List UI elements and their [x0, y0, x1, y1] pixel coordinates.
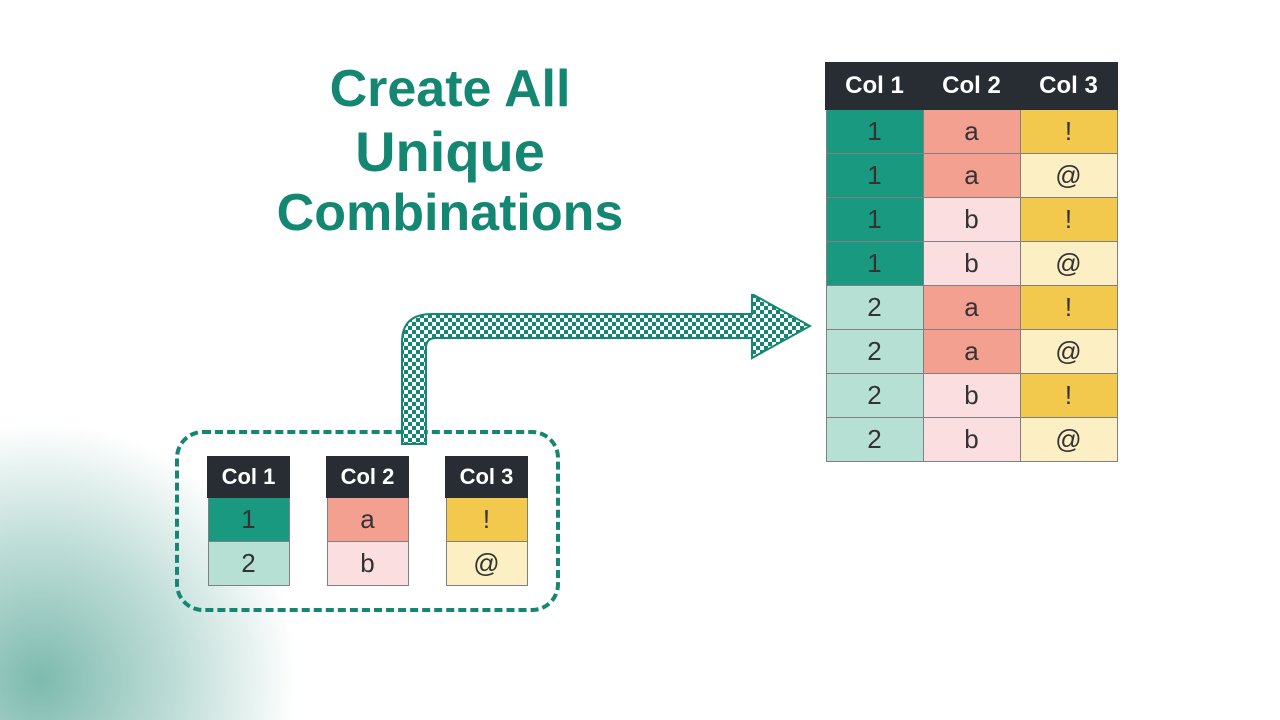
- input-table-col2-row1: b: [327, 542, 408, 586]
- title-line-1: Create All: [180, 60, 720, 120]
- input-table-col2-header: Col 2: [327, 457, 408, 497]
- cell: b: [923, 198, 1020, 242]
- cell: @: [1020, 418, 1117, 462]
- input-table-col2-row0: a: [327, 497, 408, 542]
- input-table-col2: Col 2 a b: [326, 456, 409, 586]
- title-line-3: Combinations: [180, 184, 720, 244]
- cell: 1: [826, 109, 923, 154]
- input-table-col3-row0: !: [446, 497, 527, 542]
- output-header-1: Col 1: [826, 63, 923, 109]
- cell: 1: [826, 198, 923, 242]
- output-header-3: Col 3: [1020, 63, 1117, 109]
- table-row: 1 b @: [826, 242, 1117, 286]
- cell: b: [923, 418, 1020, 462]
- output-table-wrap: Col 1 Col 2 Col 3 1 a ! 1 a @ 1 b ! 1 b …: [825, 62, 1118, 462]
- input-table-col3-row1: @: [446, 542, 527, 586]
- cell: a: [923, 286, 1020, 330]
- cell: !: [1020, 286, 1117, 330]
- cell: 2: [826, 286, 923, 330]
- table-row: 1 a @: [826, 154, 1117, 198]
- input-table-col3: Col 3 ! @: [445, 456, 528, 586]
- cell: a: [923, 109, 1020, 154]
- page-title: Create All Unique Combinations: [180, 60, 720, 244]
- input-table-col1-header: Col 1: [208, 457, 289, 497]
- input-table-col1: Col 1 1 2: [207, 456, 290, 586]
- cell: @: [1020, 242, 1117, 286]
- table-row: 1 a !: [826, 109, 1117, 154]
- cell: b: [923, 374, 1020, 418]
- table-row: 2 a !: [826, 286, 1117, 330]
- cell: @: [1020, 154, 1117, 198]
- input-tables-group: Col 1 1 2 Col 2 a b Col 3 ! @: [175, 430, 560, 612]
- cell: 1: [826, 154, 923, 198]
- cell: 2: [826, 330, 923, 374]
- cell: !: [1020, 198, 1117, 242]
- cell: 1: [826, 242, 923, 286]
- title-line-2: Unique: [180, 120, 720, 184]
- cell: a: [923, 330, 1020, 374]
- output-header-2: Col 2: [923, 63, 1020, 109]
- input-table-col1-row0: 1: [208, 497, 289, 542]
- table-row: 2 b @: [826, 418, 1117, 462]
- input-table-col3-header: Col 3: [446, 457, 527, 497]
- cell: !: [1020, 109, 1117, 154]
- cell: a: [923, 154, 1020, 198]
- cell: !: [1020, 374, 1117, 418]
- cell: b: [923, 242, 1020, 286]
- input-table-col1-row1: 2: [208, 542, 289, 586]
- table-row: 1 b !: [826, 198, 1117, 242]
- cell: 2: [826, 418, 923, 462]
- cell: 2: [826, 374, 923, 418]
- table-row: 2 b !: [826, 374, 1117, 418]
- cell: @: [1020, 330, 1117, 374]
- output-table: Col 1 Col 2 Col 3 1 a ! 1 a @ 1 b ! 1 b …: [825, 62, 1118, 462]
- table-row: 2 a @: [826, 330, 1117, 374]
